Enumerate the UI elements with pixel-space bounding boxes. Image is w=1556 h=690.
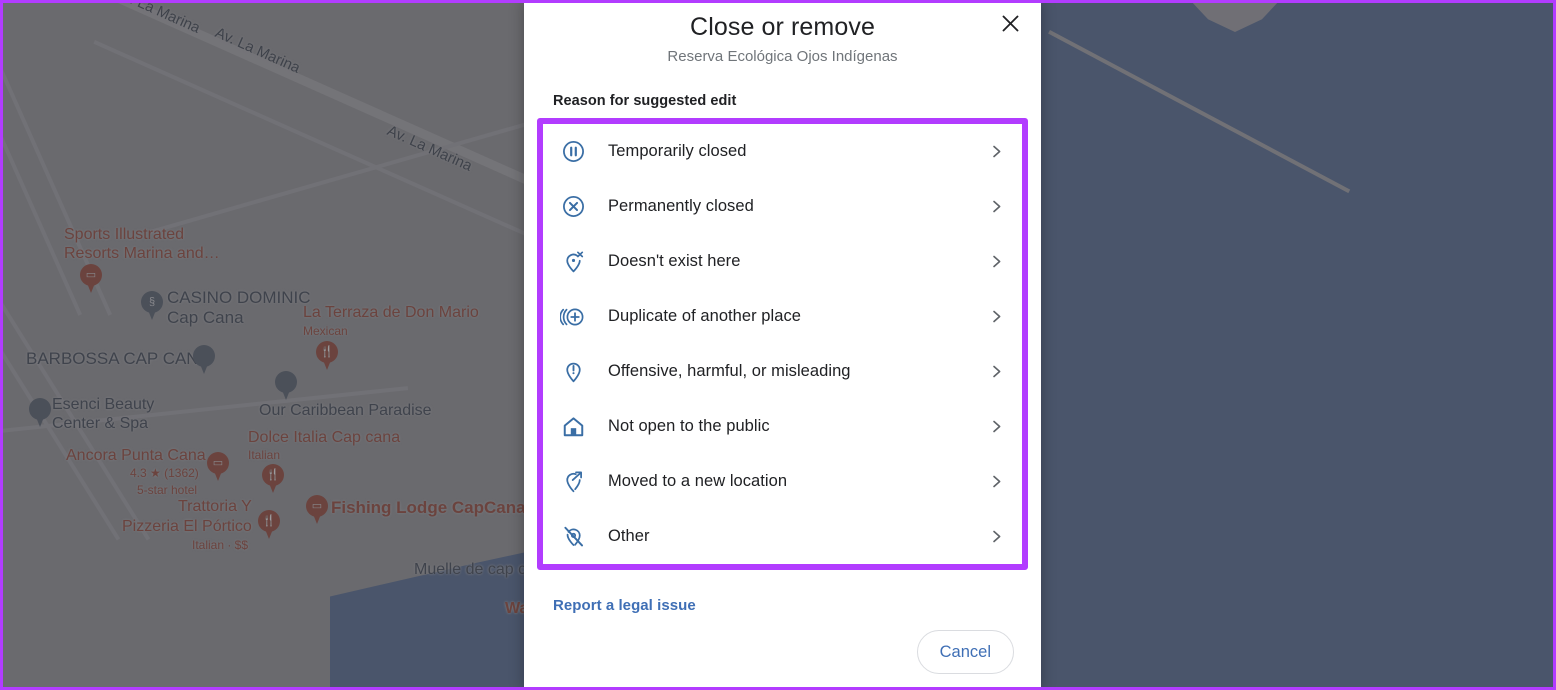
page-title: Close or remove <box>690 13 875 41</box>
chevron-right-icon <box>984 529 1008 544</box>
option-label: Doesn't exist here <box>608 252 741 270</box>
option-other[interactable]: Other <box>543 509 1022 564</box>
option-offensive-harmful-misleading[interactable]: Offensive, harmful, or misleading <box>543 344 1022 399</box>
chevron-right-icon <box>984 199 1008 214</box>
option-label: Moved to a new location <box>608 472 788 490</box>
option-label: Permanently closed <box>608 197 754 215</box>
option-permanently-closed[interactable]: Permanently closed <box>543 179 1022 234</box>
option-not-open-to-the-public[interactable]: Not open to the public <box>543 399 1022 454</box>
close-icon[interactable] <box>993 6 1027 40</box>
chevron-right-icon <box>984 419 1008 434</box>
reason-section-label: Reason for suggested edit <box>553 93 737 109</box>
close-or-remove-dialog: Close or remove Reserva Ecológica Ojos I… <box>524 0 1041 690</box>
option-duplicate-of-another-place[interactable]: Duplicate of another place <box>543 289 1022 344</box>
chevron-right-icon <box>984 144 1008 159</box>
option-temporarily-closed[interactable]: Temporarily closed <box>543 124 1022 179</box>
option-label: Temporarily closed <box>608 142 747 160</box>
option-label: Offensive, harmful, or misleading <box>608 362 851 380</box>
chevron-right-icon <box>984 254 1008 269</box>
cancel-button[interactable]: Cancel <box>916 630 1014 674</box>
option-label: Other <box>608 527 650 545</box>
pin-remove-icon <box>553 249 593 274</box>
pin-arrow-icon <box>553 469 593 494</box>
chevron-right-icon <box>984 309 1008 324</box>
report-legal-issue-link[interactable]: Report a legal issue <box>553 597 1041 614</box>
home-icon <box>553 414 593 439</box>
option-doesnt-exist-here[interactable]: Doesn't exist here <box>543 234 1022 289</box>
dialog-header: Close or remove Reserva Ecológica Ojos I… <box>524 0 1041 67</box>
pin-exclamation-icon <box>553 359 593 384</box>
reason-options-list: Temporarily closed Permanently closed Do… <box>537 118 1028 570</box>
pin-slash-icon <box>553 524 593 549</box>
option-label: Not open to the public <box>608 417 770 435</box>
chevron-right-icon <box>984 474 1008 489</box>
duplicate-place-icon <box>553 304 593 330</box>
pause-circle-icon <box>553 139 593 164</box>
dialog-subtitle: Reserva Ecológica Ojos Indígenas <box>667 48 898 65</box>
chevron-right-icon <box>984 364 1008 379</box>
x-circle-icon <box>553 194 593 219</box>
option-moved-to-a-new-location[interactable]: Moved to a new location <box>543 454 1022 509</box>
dialog-footer: Cancel <box>524 630 1041 690</box>
option-label: Duplicate of another place <box>608 307 802 325</box>
